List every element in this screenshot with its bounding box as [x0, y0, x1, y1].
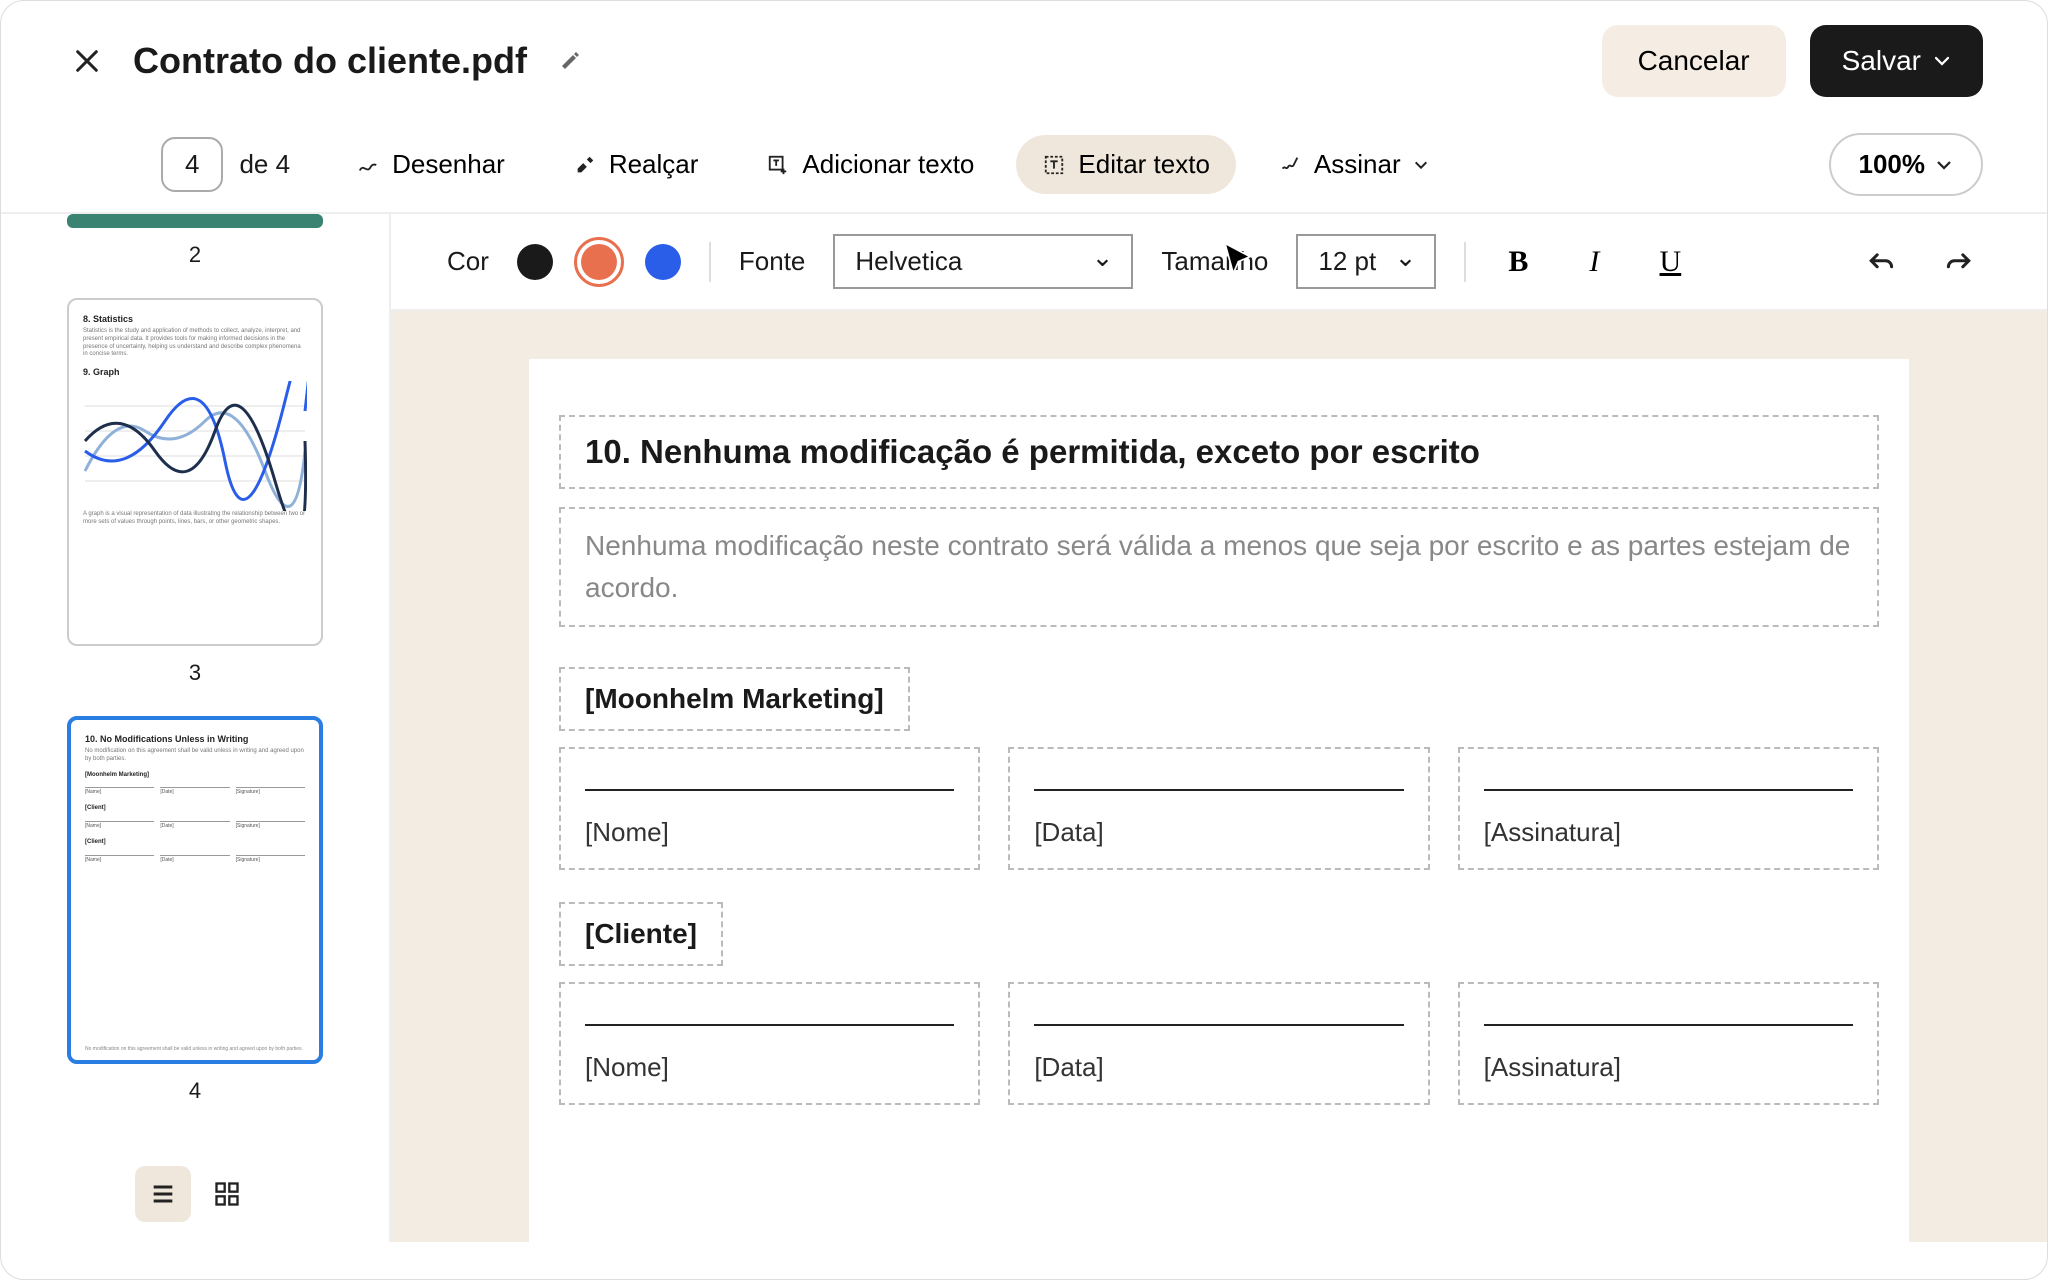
- chevron-down-icon: [1933, 52, 1951, 70]
- edit-text-icon: [1042, 153, 1066, 177]
- main: 2 8. Statistics Statistics is the study …: [1, 214, 2047, 1242]
- rename-button[interactable]: [559, 49, 583, 73]
- name-field[interactable]: [Nome]: [559, 982, 980, 1105]
- draw-icon: [356, 153, 380, 177]
- thumbnail-page-3[interactable]: 8. Statistics Statistics is the study an…: [67, 298, 323, 646]
- list-icon: [149, 1180, 177, 1208]
- editable-party-2[interactable]: [Cliente]: [559, 902, 723, 966]
- document-page: 10. Nenhuma modificação é permitida, exc…: [529, 359, 1909, 1242]
- highlighter-icon: [573, 153, 597, 177]
- editable-party-1[interactable]: [Moonhelm Marketing]: [559, 667, 910, 731]
- page-total: de 4: [239, 149, 290, 180]
- editable-paragraph[interactable]: Nenhuma modificação neste contrato será …: [559, 507, 1879, 627]
- grid-icon: [213, 1180, 241, 1208]
- close-button[interactable]: [65, 39, 109, 83]
- add-text-icon: [766, 153, 790, 177]
- italic-button[interactable]: I: [1570, 238, 1618, 286]
- page-current-input[interactable]: 4: [161, 137, 223, 192]
- zoom-select[interactable]: 100%: [1829, 133, 1984, 196]
- date-field[interactable]: [Data]: [1008, 982, 1429, 1105]
- signature-field[interactable]: [Assinatura]: [1458, 982, 1879, 1105]
- undo-icon: [1867, 250, 1897, 274]
- date-field[interactable]: [Data]: [1008, 747, 1429, 870]
- edit-text-tool[interactable]: Editar texto: [1016, 135, 1236, 194]
- font-select[interactable]: Helvetica: [833, 234, 1133, 289]
- document-canvas[interactable]: 10. Nenhuma modificação é permitida, exc…: [391, 311, 2047, 1242]
- add-text-tool[interactable]: Adicionar texto: [740, 135, 1000, 194]
- editable-heading[interactable]: 10. Nenhuma modificação é permitida, exc…: [559, 415, 1879, 489]
- color-label: Cor: [447, 246, 489, 277]
- undo-button[interactable]: [1867, 238, 1915, 286]
- divider: [709, 242, 711, 282]
- grid-view-button[interactable]: [199, 1166, 255, 1222]
- signature-row-1: [Nome] [Data] [Assinatura]: [559, 747, 1879, 870]
- thumb-label-2: 2: [189, 242, 201, 268]
- redo-icon: [1943, 250, 1973, 274]
- divider: [1464, 242, 1466, 282]
- signature-field[interactable]: [Assinatura]: [1458, 747, 1879, 870]
- cancel-button[interactable]: Cancelar: [1602, 25, 1786, 97]
- chart-icon: [83, 381, 307, 511]
- color-swatch-black[interactable]: [517, 244, 553, 280]
- thumbnail-page-2-partial[interactable]: [67, 214, 323, 228]
- name-field[interactable]: [Nome]: [559, 747, 980, 870]
- pencil-icon: [559, 49, 583, 73]
- list-view-button[interactable]: [135, 1166, 191, 1222]
- thumbnail-page-4[interactable]: 10. No Modifications Unless in Writing N…: [67, 716, 323, 1064]
- redo-button[interactable]: [1943, 238, 1991, 286]
- close-icon: [73, 47, 101, 75]
- sign-tool[interactable]: Assinar: [1252, 135, 1455, 194]
- save-button[interactable]: Salvar: [1810, 25, 1983, 97]
- thumb-label-4: 4: [189, 1078, 201, 1104]
- highlight-tool[interactable]: Realçar: [547, 135, 725, 194]
- size-label: Tamanho: [1161, 246, 1268, 277]
- color-swatch-orange[interactable]: [581, 244, 617, 280]
- format-toolbar: Cor Fonte Helvetica Tamanho 12 pt B I U: [391, 214, 2047, 311]
- content-area: Cor Fonte Helvetica Tamanho 12 pt B I U: [391, 214, 2047, 1242]
- sign-icon: [1278, 153, 1302, 177]
- save-label: Salvar: [1842, 45, 1921, 77]
- thumbnail-sidebar: 2 8. Statistics Statistics is the study …: [1, 214, 391, 1242]
- draw-tool[interactable]: Desenhar: [330, 135, 531, 194]
- thumb-label-3: 3: [189, 660, 201, 686]
- document-title: Contrato do cliente.pdf: [133, 40, 527, 82]
- size-select[interactable]: 12 pt: [1296, 234, 1436, 289]
- toolbar: 4 de 4 Desenhar Realçar Adicionar texto …: [1, 121, 2047, 214]
- chevron-down-icon: [1935, 156, 1953, 174]
- bold-button[interactable]: B: [1494, 238, 1542, 286]
- font-label: Fonte: [739, 246, 806, 277]
- view-mode-toggle: [135, 1146, 255, 1242]
- underline-button[interactable]: U: [1646, 238, 1694, 286]
- header: Contrato do cliente.pdf Cancelar Salvar: [1, 1, 2047, 121]
- signature-row-2: [Nome] [Data] [Assinatura]: [559, 982, 1879, 1105]
- color-swatch-blue[interactable]: [645, 244, 681, 280]
- chevron-down-icon: [1413, 157, 1429, 173]
